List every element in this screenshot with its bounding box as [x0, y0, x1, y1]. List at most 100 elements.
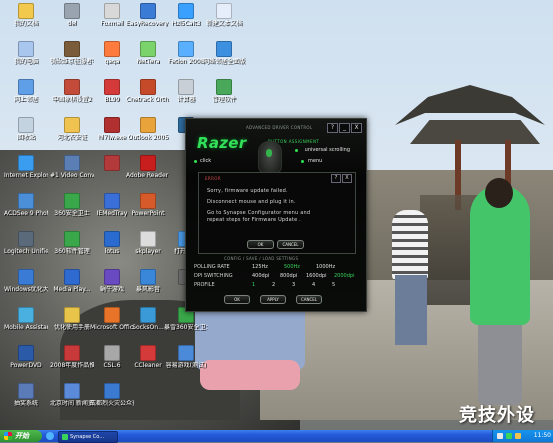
desktop-shortcut[interactable]: 网上邻居 — [4, 78, 48, 114]
razer-minimize-button[interactable]: _ — [339, 123, 350, 133]
razer-titlebar[interactable]: ADVANCED DRIVER CONTROL ? _ X — [246, 123, 364, 133]
assignment-value-menu[interactable]: menu — [308, 158, 322, 164]
polling-rate-option-selected[interactable]: 500Hz — [284, 264, 300, 270]
profile-option[interactable]: 4 — [312, 282, 315, 288]
profile-option[interactable]: 3 — [292, 282, 295, 288]
desktop-shortcut[interactable]: del — [50, 2, 94, 38]
quick-launch-ie-icon[interactable] — [46, 432, 54, 440]
desktop-shortcut[interactable]: #1 Video Converter — [50, 154, 94, 190]
recommend-icon — [64, 345, 80, 361]
desktop-shortcut-label: ACDSee 9 Photo... — [4, 210, 48, 217]
powerpoint-icon — [140, 193, 156, 209]
profile-option-selected[interactable]: 1 — [252, 282, 255, 288]
desktop-shortcut[interactable]: Media Play... — [50, 268, 94, 304]
desktop-shortcut[interactable]: Logitech Unified — [4, 230, 48, 266]
desktop-shortcut-label: Windows优化大师 — [4, 286, 48, 293]
lotus-icon — [104, 231, 120, 247]
desktop-shortcut[interactable]: 成都烈火灾公众查询 — [90, 382, 134, 418]
taskbar-clock: 11:50 — [533, 432, 551, 439]
text-document-icon — [216, 3, 232, 19]
button-assignment-row-scroll[interactable]: universal scrolling — [200, 147, 350, 154]
dialog-message-line: repeat steps for Firmware Update . — [207, 217, 301, 223]
desktop-shortcut-label: Adobe Reader 8 — [126, 172, 170, 179]
desktop-shortcut-label: 中国象棋设置2 — [52, 96, 92, 103]
dialog-ok-button[interactable]: OK — [247, 240, 274, 249]
polling-rate-option[interactable]: 125Hz — [252, 264, 268, 270]
desktop-shortcut[interactable]: 北京时间 新闻资讯 — [50, 382, 94, 418]
desktop-shortcut-label: PowerDVD — [10, 362, 42, 369]
tray-razer-icon[interactable] — [506, 433, 512, 439]
desktop-shortcut[interactable]: 管理软件 — [202, 78, 246, 114]
wallpaper-person-legs — [478, 320, 522, 405]
wallpaper-person-jeans — [395, 275, 427, 345]
game-test-icon — [178, 345, 194, 361]
button-assignment-row-buttons[interactable]: click menu — [194, 158, 350, 165]
desktop-shortcut[interactable]: 360安全卫士 — [50, 192, 94, 228]
polling-rate-option[interactable]: 1000Hz — [316, 264, 335, 270]
desktop-shortcut[interactable]: Internet Explorer — [4, 154, 48, 190]
dialog-help-button[interactable]: ? — [331, 174, 341, 183]
desktop-shortcut-label: 成都烈火灾公众查询 — [90, 400, 134, 407]
desktop-shortcut-label: PowerPoint — [131, 210, 165, 217]
dpi-switching-row[interactable]: DPI SWITCHING 400dpi 800dpi 1600dpi 2000… — [194, 273, 359, 281]
desktop-shortcut[interactable]: Adobe Reader 8 — [126, 154, 170, 190]
easyrecovery-icon — [140, 3, 156, 19]
tray-network-icon[interactable] — [515, 433, 521, 439]
desktop-shortcut[interactable]: 我的电脑 — [4, 40, 48, 76]
taskbar-item-synapse[interactable]: Synapse Co... — [58, 431, 118, 443]
desktop-shortcut[interactable]: Windows优化大师 — [4, 268, 48, 304]
profile-option[interactable]: 5 — [332, 282, 335, 288]
news-icon — [64, 383, 80, 399]
dialog-cancel-button[interactable]: CANCEL — [277, 240, 304, 249]
desktop-shortcut[interactable]: 容易游戏(测试) — [164, 344, 208, 380]
desktop-shortcut[interactable]: 新建文本文档 — [202, 2, 246, 38]
profile-option[interactable]: 2 — [272, 282, 275, 288]
desktop-shortcut[interactable]: 中国象棋设置2 — [50, 78, 94, 114]
desktop-shortcut[interactable]: 河北农安证 — [50, 116, 94, 152]
razer-ok-button[interactable]: OK — [224, 295, 250, 304]
desktop-shortcut-label: del — [67, 20, 77, 27]
wallpaper-pavilion-eave — [410, 120, 540, 144]
dpi-option[interactable]: 800dpi — [280, 273, 297, 279]
iemedtray-icon — [104, 193, 120, 209]
tray-volume-icon[interactable] — [497, 433, 503, 439]
mobile-assistant-icon — [18, 307, 34, 323]
polling-rate-row[interactable]: POLLING RATE 125Hz 500Hz 1000Hz — [194, 264, 359, 272]
desktop-shortcut[interactable]: 2008年度作品推荐 — [50, 344, 94, 380]
driver-config-line[interactable]: CONFIG / SAVE / LOAD SETTINGS — [224, 256, 298, 261]
dialog-close-button[interactable]: X — [342, 174, 352, 183]
desktop-shortcut[interactable]: 360软件管理 — [50, 230, 94, 266]
assignment-value-left-click[interactable]: click — [200, 158, 211, 164]
assignment-value-scroll[interactable]: universal scrolling — [305, 147, 350, 153]
desktop-shortcut-label: Mobile Assistant — [4, 324, 48, 331]
start-button[interactable]: 开始 — [0, 430, 42, 442]
adobe-reader-icon — [140, 155, 156, 171]
desktop-shortcut[interactable]: 我的文档 — [4, 2, 48, 38]
desktop-shortcut[interactable]: 骑砍维京征服者中文版 — [50, 40, 94, 76]
firmware-error-dialog[interactable]: ERROR ? X Sorry, firmware update failed.… — [198, 172, 356, 254]
skplayer-icon — [140, 231, 156, 247]
desktop-shortcut[interactable]: 回收站 — [4, 116, 48, 152]
razer-close-button[interactable]: X — [351, 123, 362, 133]
profile-row[interactable]: PROFILE 1 2 3 4 5 — [194, 282, 359, 290]
dpi-option-selected[interactable]: 2000dpi — [334, 273, 354, 279]
polling-rate-label: POLLING RATE — [194, 264, 230, 270]
desktop-shortcut[interactable]: PowerDVD — [4, 344, 48, 380]
office-icon — [104, 307, 120, 323]
razer-cancel-button[interactable]: CANCEL — [296, 295, 322, 304]
desktop-shortcut[interactable]: Mobile Assistant — [4, 306, 48, 342]
razer-help-button[interactable]: ? — [327, 123, 338, 133]
desktop-shortcut[interactable]: 抽奖系统 — [4, 382, 48, 418]
desktop-shortcut[interactable]: ACDSee 9 Photo... — [4, 192, 48, 228]
desktop-shortcut[interactable]: 网络邻居全面版 — [202, 40, 246, 76]
foxmail-icon — [104, 3, 120, 19]
desktop-shortcut-label: 网上邻居 — [13, 96, 38, 103]
powerdvd-icon — [18, 345, 34, 361]
desktop-shortcut[interactable]: PowerPoint — [126, 192, 170, 228]
desktop-shortcut[interactable]: 优化使用手册 — [50, 306, 94, 342]
dpi-option[interactable]: 400dpi — [252, 273, 269, 279]
bl99-icon — [104, 79, 120, 95]
dpi-option[interactable]: 1600dpi — [306, 273, 326, 279]
desktop-shortcut-label: 新建文本文档 — [205, 20, 242, 27]
razer-apply-button[interactable]: APPLY — [260, 295, 286, 304]
